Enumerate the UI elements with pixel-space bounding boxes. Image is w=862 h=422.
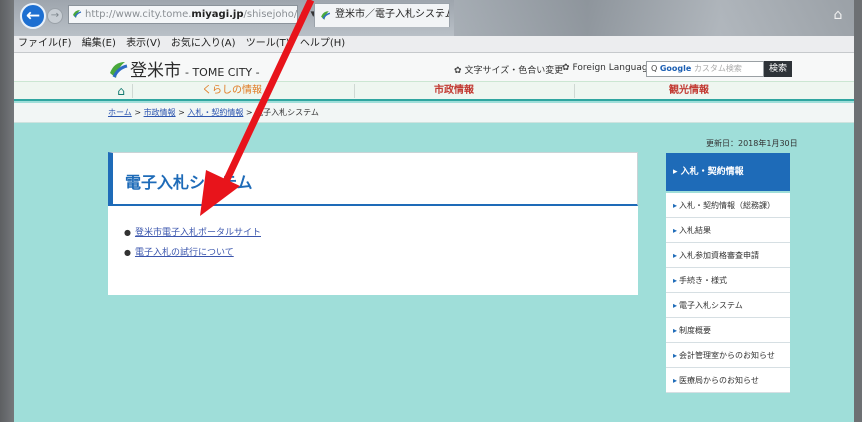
menu-favorites[interactable]: お気に入り(A): [171, 38, 236, 49]
chevron-right-icon: ▸: [673, 276, 678, 285]
chevron-right-icon: ▸: [673, 167, 681, 177]
back-button[interactable]: ←: [20, 3, 46, 29]
sidebar-item-label: 電子入札システム: [679, 301, 743, 310]
url-suffix: /shisejoho/: [243, 9, 298, 20]
sidebar-item-label: 会計管理室からのお知らせ: [679, 351, 775, 360]
chevron-right-icon: ▸: [673, 301, 678, 310]
search-placeholder: カスタム検索: [693, 64, 742, 73]
sidebar-item-label: 入札・契約情報（総務課）: [679, 201, 776, 210]
chevron-right-icon: ▸: [673, 251, 678, 260]
trial-info-link[interactable]: 電子入札の試行について: [135, 248, 234, 258]
forward-button[interactable]: →: [47, 8, 63, 24]
text-size-label: 文字サイズ・色合い変更: [464, 66, 564, 76]
list-item: ● 電子入札の試行について: [124, 245, 261, 258]
chevron-right-icon: ▸: [673, 326, 678, 335]
sidebar-item-results[interactable]: ▸ 入札結果: [666, 218, 790, 243]
sidebar-item-overview[interactable]: ▸ 制度概要: [666, 318, 790, 343]
home-icon[interactable]: ⌂: [830, 7, 846, 23]
breadcrumb-bidding[interactable]: 入札・契約情報: [187, 108, 243, 117]
site-logo[interactable]: 登米市 - TOME CITY -: [108, 56, 260, 81]
breadcrumb-sep: >: [245, 108, 253, 117]
breadcrumb: ホーム > 市政情報 > 入札・契約情報 > 電子入札システム: [14, 103, 854, 123]
search-icon: Q: [651, 64, 658, 73]
main-content: 電子入札システム ● 登米市電子入札ポータルサイト ● 電子入札の試行について: [108, 152, 638, 295]
bullet-icon: ●: [124, 228, 131, 237]
page-title-box: 電子入札システム: [108, 152, 638, 206]
gear-icon: ✿: [454, 66, 462, 76]
updated-date: 更新日：2018年1月30日: [706, 139, 798, 148]
site-favicon-icon: [73, 10, 82, 18]
browser-toolbar: ← → http://www.city.tome.miyagi.jp/shise…: [14, 0, 854, 36]
tab-favicon-icon: [321, 11, 331, 20]
web-page: 登米市 - TOME CITY - ✿ 文字サイズ・色合い変更 ✿ Foreign L…: [14, 53, 854, 422]
sidebar-item-label: 入札参加資格審査申請: [679, 251, 760, 260]
global-nav: ⌂ くらしの情報 市政情報 観光情報: [14, 81, 854, 101]
page-title: 電子入札システム: [125, 173, 253, 192]
sidebar: ▸ 入札・契約情報 ▸ 入札・契約情報（総務課） ▸ 入札結果 ▸ 入札参加資格審査申…: [666, 153, 790, 393]
menu-tools[interactable]: ツール(T): [246, 38, 290, 49]
logo-subtitle: - TOME CITY -: [185, 66, 260, 79]
menu-bar: ファイル(F) 編集(E) 表示(V) お気に入り(A) ツール(T) ヘルプ(…: [14, 36, 854, 53]
breadcrumb-sep: >: [178, 108, 185, 117]
breadcrumb-home[interactable]: ホーム: [108, 108, 132, 117]
nav-tourism-info[interactable]: 観光情報: [574, 82, 804, 100]
sidebar-item-qualification[interactable]: ▸ 入札参加資格審査申請: [666, 243, 790, 268]
search-input[interactable]: Q Google カスタム検索: [646, 61, 764, 77]
list-item: ● 登米市電子入札ポータルサイト: [124, 225, 261, 238]
photo-edge: [854, 0, 862, 422]
link-list: ● 登米市電子入札ポータルサイト ● 電子入札の試行について: [124, 225, 261, 265]
chevron-right-icon: ▸: [673, 376, 678, 385]
foreign-language-link[interactable]: ✿ Foreign Language: [562, 63, 653, 73]
tab-close-icon[interactable]: ×: [436, 4, 444, 26]
foreign-language-label: Foreign Language: [572, 63, 654, 73]
breadcrumb-city-info[interactable]: 市政情報: [144, 108, 176, 117]
breadcrumb-sep: >: [134, 108, 142, 117]
logo-text: 登米市: [130, 61, 181, 81]
chevron-right-icon: ▸: [673, 351, 678, 360]
chevron-right-icon: ▸: [673, 226, 678, 235]
sidebar-item-label: 手続き・様式: [679, 276, 728, 285]
bullet-icon: ●: [124, 248, 131, 257]
sidebar-item-label: 入札結果: [679, 226, 712, 235]
portal-site-link[interactable]: 登米市電子入札ポータルサイト: [135, 228, 261, 238]
sidebar-item-label: 制度概要: [679, 326, 712, 335]
site-header: 登米市 - TOME CITY - ✿ 文字サイズ・色合い変更 ✿ Foreign L…: [14, 53, 854, 81]
globe-icon: ✿: [562, 63, 570, 73]
city-logo-icon: [110, 62, 128, 78]
nav-city-info[interactable]: 市政情報: [354, 82, 554, 100]
chevron-right-icon: ▸: [673, 201, 678, 210]
search-provider: Google: [659, 64, 692, 73]
browser-tab[interactable]: 登米市／電子入札システム ×: [314, 3, 450, 27]
menu-edit[interactable]: 編集(E): [82, 38, 116, 49]
menu-view[interactable]: 表示(V): [126, 38, 161, 49]
search-button[interactable]: 検索: [764, 61, 792, 77]
sidebar-item-bidding-general[interactable]: ▸ 入札・契約情報（総務課）: [666, 193, 790, 218]
nav-home-icon[interactable]: ⌂: [110, 82, 132, 100]
sidebar-head[interactable]: ▸ 入札・契約情報: [666, 153, 790, 191]
menu-help[interactable]: ヘルプ(H): [300, 38, 345, 49]
menu-file[interactable]: ファイル(F): [18, 38, 72, 49]
url-domain: miyagi.jp: [191, 9, 244, 20]
nav-living-info[interactable]: くらしの情報: [132, 82, 332, 100]
breadcrumb-current: 電子入札システム: [255, 108, 319, 117]
address-bar[interactable]: http://www.city.tome.miyagi.jp/shisejoho…: [68, 5, 298, 24]
sidebar-item-label: 医療局からのお知らせ: [679, 376, 759, 385]
url-prefix: http://www.city.tome.: [85, 9, 192, 20]
sidebar-item-procedures[interactable]: ▸ 手続き・様式: [666, 268, 790, 293]
sidebar-item-e-bidding[interactable]: ▸ 電子入札システム: [666, 293, 790, 318]
photo-edge: [0, 0, 14, 422]
tab-title: 登米市／電子入札システム: [335, 9, 450, 20]
text-size-link[interactable]: ✿ 文字サイズ・色合い変更: [454, 63, 563, 76]
sidebar-item-accounting[interactable]: ▸ 会計管理室からのお知らせ: [666, 343, 790, 368]
sidebar-item-medical[interactable]: ▸ 医療局からのお知らせ: [666, 368, 790, 393]
sidebar-head-label: 入札・契約情報: [680, 167, 744, 177]
blurred-toolbar-area: [454, 0, 854, 36]
